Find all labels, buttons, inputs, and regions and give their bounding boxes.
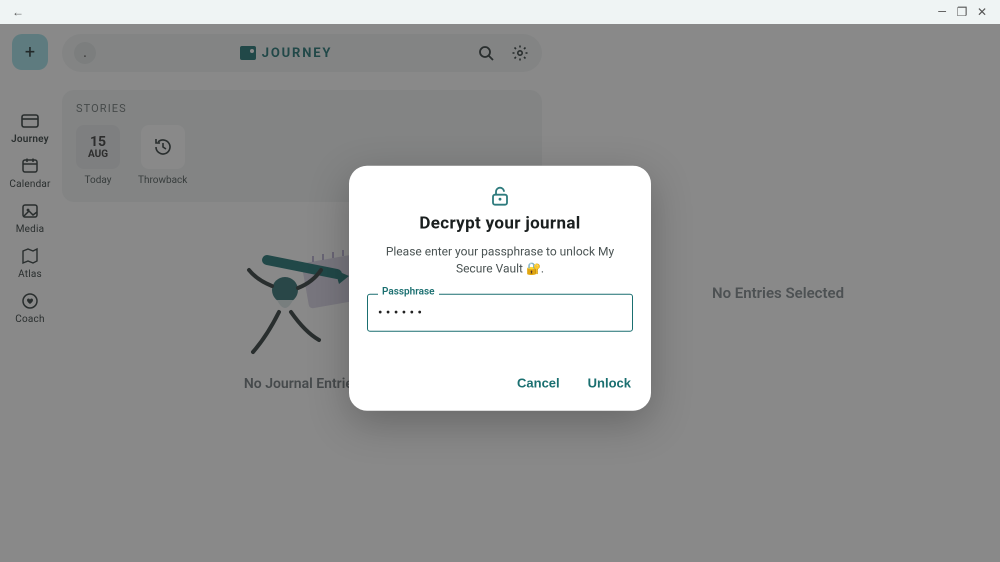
- back-button[interactable]: ←: [8, 5, 28, 19]
- dialog-body: Please enter your passphrase to unlock M…: [367, 244, 633, 278]
- unlock-button[interactable]: Unlock: [586, 371, 633, 394]
- passphrase-label: Passphrase: [378, 286, 439, 297]
- window-maximize[interactable]: ❐: [952, 5, 972, 19]
- passphrase-input[interactable]: Passphrase ••••••: [367, 293, 633, 331]
- lock-icon: [367, 186, 633, 208]
- decrypt-dialog: Decrypt your journal Please enter your p…: [349, 166, 651, 411]
- window-minimize[interactable]: —: [932, 5, 952, 19]
- cancel-button[interactable]: Cancel: [515, 371, 562, 394]
- window-close[interactable]: ✕: [972, 5, 992, 19]
- passphrase-value: ••••••: [378, 305, 425, 319]
- titlebar: ← — ❐ ✕: [0, 0, 1000, 25]
- dialog-title: Decrypt your journal: [367, 214, 633, 234]
